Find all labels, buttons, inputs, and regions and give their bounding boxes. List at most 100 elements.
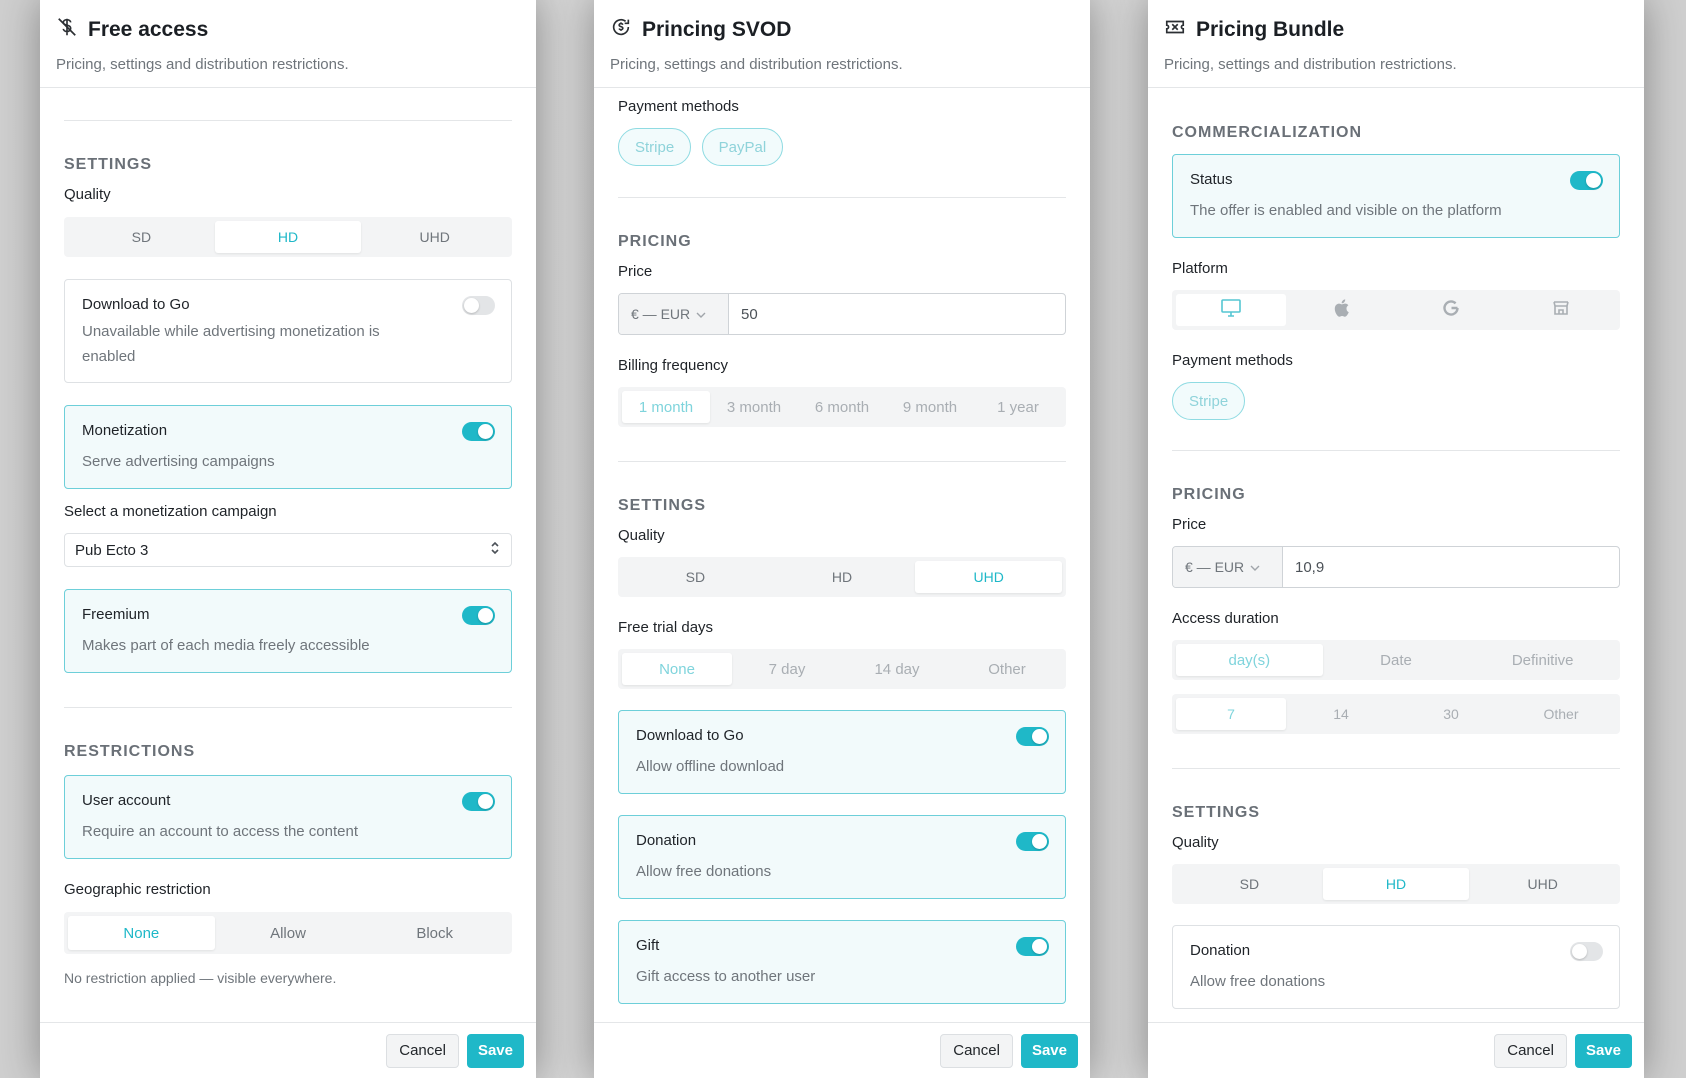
- billing-option-6-month[interactable]: 6 month: [798, 391, 886, 423]
- price-input-group: € — EUR 50: [618, 293, 1066, 335]
- panel-footer: Cancel Save: [40, 1022, 536, 1078]
- divider: [1172, 768, 1620, 769]
- quality-option-uhd[interactable]: UHD: [1469, 868, 1616, 900]
- section-heading-pricing: PRICING: [1172, 486, 1246, 503]
- payment-methods: Stripe: [1172, 382, 1620, 420]
- cancel-button[interactable]: Cancel: [1494, 1033, 1567, 1068]
- gift-toggle[interactable]: [1016, 937, 1049, 956]
- save-button[interactable]: Save: [466, 1033, 524, 1068]
- donation-toggle[interactable]: [1570, 942, 1603, 961]
- panel-header: Princing SVOD Pricing, settings and dist…: [594, 0, 1090, 88]
- currency-select[interactable]: € — EUR: [619, 294, 729, 334]
- save-button[interactable]: Save: [1574, 1033, 1632, 1068]
- ticket-icon: [1164, 16, 1186, 44]
- price-input[interactable]: 50: [729, 294, 1065, 334]
- download-title: Download to Go: [82, 296, 190, 313]
- trial-option-other[interactable]: Other: [952, 653, 1062, 685]
- gift-title: Gift: [636, 937, 660, 954]
- trial-option-14-day[interactable]: 14 day: [842, 653, 952, 685]
- panel-body[interactable]: COMMERCIALIZATION Status The offer is en…: [1148, 88, 1644, 1022]
- download-toggle[interactable]: [462, 296, 495, 315]
- trial-option-none[interactable]: None: [622, 653, 732, 685]
- panel-body[interactable]: SETTINGS Quality SD HD UHD Download to G…: [40, 88, 536, 1022]
- access-duration-label: Access duration: [1172, 610, 1279, 627]
- price-label: Price: [1172, 516, 1207, 533]
- quality-option-sd[interactable]: SD: [1176, 868, 1323, 900]
- panel-body[interactable]: Payment methods Stripe PayPal PRICING Pr…: [594, 88, 1090, 1022]
- platform-option-apple[interactable]: [1286, 294, 1396, 326]
- quality-label: Quality: [618, 527, 665, 544]
- currency-value: € — EUR: [631, 306, 691, 322]
- payment-pill-paypal[interactable]: PayPal: [701, 128, 784, 166]
- geo-option-allow[interactable]: Allow: [215, 916, 362, 950]
- days-option-14[interactable]: 14: [1286, 698, 1396, 730]
- download-toggle[interactable]: [1016, 727, 1049, 746]
- campaign-select[interactable]: Pub Ecto 3: [64, 533, 512, 567]
- google-icon: [1441, 298, 1461, 323]
- geo-restriction-selector: None Allow Block: [64, 912, 512, 954]
- save-button[interactable]: Save: [1020, 1033, 1078, 1068]
- section-heading-pricing: PRICING: [618, 233, 692, 250]
- divider: [618, 197, 1066, 198]
- access-option-days[interactable]: day(s): [1176, 644, 1323, 676]
- page-subtitle: Pricing, settings and distribution restr…: [610, 56, 903, 73]
- access-option-date[interactable]: Date: [1323, 644, 1470, 676]
- billing-option-3-month[interactable]: 3 month: [710, 391, 798, 423]
- download-title: Download to Go: [636, 727, 744, 744]
- currency-select[interactable]: € — EUR: [1173, 547, 1283, 587]
- trial-option-7-day[interactable]: 7 day: [732, 653, 842, 685]
- section-heading-settings: SETTINGS: [1172, 804, 1261, 821]
- days-option-7[interactable]: 7: [1176, 698, 1286, 730]
- quality-option-uhd[interactable]: UHD: [915, 561, 1063, 593]
- freemium-toggle[interactable]: [462, 606, 495, 625]
- geo-option-block[interactable]: Block: [361, 916, 508, 950]
- cancel-button[interactable]: Cancel: [386, 1033, 459, 1068]
- platform-option-web[interactable]: [1176, 294, 1286, 326]
- cancel-button[interactable]: Cancel: [940, 1033, 1013, 1068]
- platform-option-store[interactable]: [1506, 294, 1616, 326]
- donation-title: Donation: [636, 832, 697, 849]
- donation-toggle[interactable]: [1016, 832, 1049, 851]
- campaign-value: Pub Ecto 3: [75, 541, 149, 559]
- page-subtitle: Pricing, settings and distribution restr…: [1164, 56, 1457, 73]
- billing-frequency-label: Billing frequency: [618, 357, 729, 374]
- billing-option-9-month[interactable]: 9 month: [886, 391, 974, 423]
- donation-desc: Allow free donations: [636, 863, 772, 880]
- days-option-other[interactable]: Other: [1506, 698, 1616, 730]
- quality-option-hd[interactable]: HD: [769, 561, 916, 593]
- access-duration-selector: day(s) Date Definitive: [1172, 640, 1620, 680]
- freemium-card: Freemium Makes part of each media freely…: [64, 589, 512, 673]
- divider: [64, 707, 512, 708]
- chevron-down-icon: [696, 306, 706, 322]
- billing-option-1-year[interactable]: 1 year: [974, 391, 1062, 423]
- divider: [618, 461, 1066, 462]
- panel-footer: Cancel Save: [594, 1022, 1090, 1078]
- geo-option-none[interactable]: None: [68, 916, 215, 950]
- quality-option-sd[interactable]: SD: [68, 221, 215, 253]
- quality-option-hd[interactable]: HD: [214, 221, 362, 253]
- donation-card: Donation Allow free donations: [618, 815, 1066, 899]
- payment-pill-stripe[interactable]: Stripe: [618, 128, 692, 166]
- geo-restriction-label: Geographic restriction: [64, 881, 211, 898]
- price-input[interactable]: 10,9: [1283, 547, 1619, 587]
- platform-option-google[interactable]: [1396, 294, 1506, 326]
- divider: [1172, 450, 1620, 451]
- status-toggle[interactable]: [1570, 171, 1603, 190]
- quality-option-hd[interactable]: HD: [1322, 868, 1470, 900]
- days-option-30[interactable]: 30: [1396, 698, 1506, 730]
- free-access-panel: Free access Pricing, settings and distri…: [40, 0, 536, 1078]
- quality-option-sd[interactable]: SD: [622, 561, 769, 593]
- price-input-group: € — EUR 10,9: [1172, 546, 1620, 588]
- download-desc: Allow offline download: [636, 758, 785, 775]
- quality-option-uhd[interactable]: UHD: [361, 221, 508, 253]
- download-card: Download to Go Unavailable while adverti…: [64, 279, 512, 383]
- access-option-definitive[interactable]: Definitive: [1469, 644, 1616, 676]
- page-title: Princing SVOD: [642, 18, 792, 41]
- download-desc: Unavailable while advertising monetizati…: [82, 323, 380, 365]
- payment-pill-stripe[interactable]: Stripe: [1172, 382, 1246, 420]
- monetization-desc: Serve advertising campaigns: [82, 453, 275, 470]
- billing-option-1-month[interactable]: 1 month: [622, 391, 710, 423]
- section-heading-commercialization: COMMERCIALIZATION: [1172, 124, 1363, 141]
- monetization-toggle[interactable]: [462, 422, 495, 441]
- user-account-toggle[interactable]: [462, 792, 495, 811]
